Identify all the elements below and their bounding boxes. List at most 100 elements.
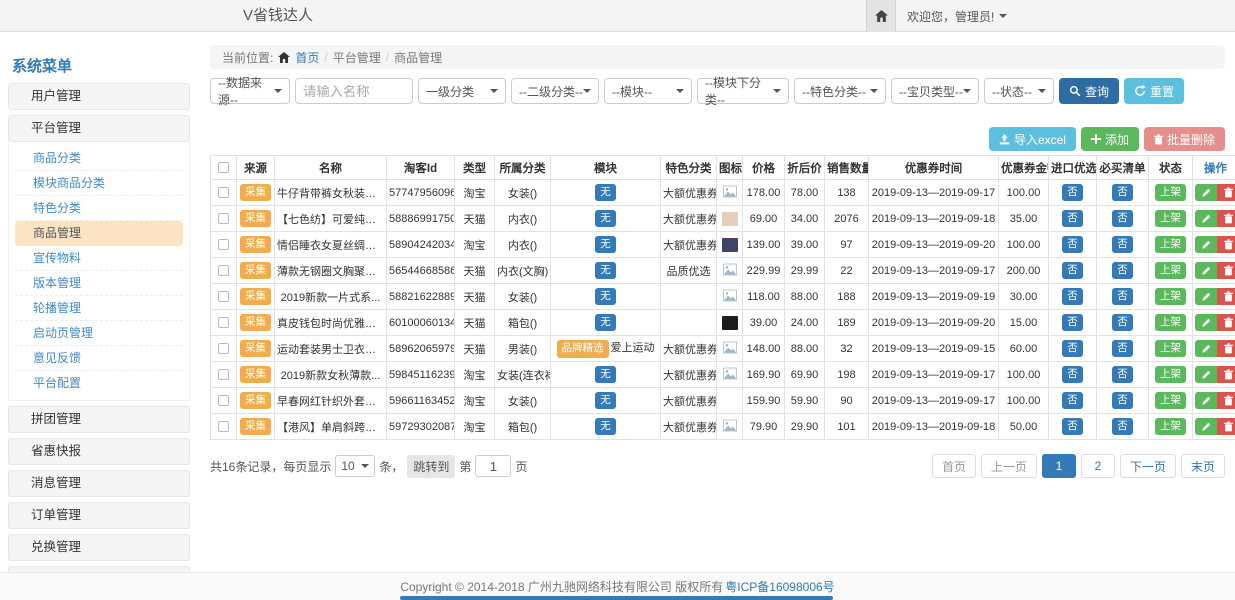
sidebar-item-goods-management[interactable]: 商品管理: [15, 221, 183, 246]
delete-button[interactable]: [1217, 314, 1235, 331]
delete-button[interactable]: [1217, 236, 1235, 253]
edit-button[interactable]: [1195, 236, 1217, 253]
module-badge[interactable]: 无: [595, 418, 616, 435]
sidebar-item-feature-category[interactable]: 特色分类: [15, 196, 183, 221]
import-excel-button[interactable]: 导入excel: [989, 127, 1076, 151]
sidebar-item-carousel-management[interactable]: 轮播管理: [15, 296, 183, 321]
breadcrumb-home-link[interactable]: 首页: [295, 49, 319, 66]
delete-button[interactable]: [1217, 210, 1235, 227]
sidebar-section-group-buy[interactable]: 拼团管理: [8, 406, 190, 433]
status-badge[interactable]: 上架: [1155, 340, 1186, 357]
edit-button[interactable]: [1195, 418, 1217, 435]
status-badge[interactable]: 上架: [1155, 418, 1186, 435]
edit-button[interactable]: [1195, 288, 1217, 305]
row-checkbox[interactable]: [218, 343, 229, 354]
edit-button[interactable]: [1195, 184, 1217, 201]
row-checkbox[interactable]: [218, 317, 229, 328]
filter-select-module[interactable]: --模块--: [604, 78, 692, 104]
sidebar-item-promo-materials[interactable]: 宣传物料: [15, 246, 183, 271]
sidebar-section-platform[interactable]: 平台管理: [8, 115, 190, 142]
row-checkbox[interactable]: [218, 395, 229, 406]
import-select-badge[interactable]: 否: [1062, 366, 1083, 383]
pagination-last[interactable]: 末页: [1181, 454, 1225, 478]
edit-button[interactable]: [1195, 340, 1217, 357]
row-checkbox[interactable]: [218, 213, 229, 224]
module-badge[interactable]: 无: [595, 184, 616, 201]
status-badge[interactable]: 上架: [1155, 288, 1186, 305]
module-badge[interactable]: 无: [595, 288, 616, 305]
filter-select-item-type[interactable]: --宝贝类型--: [891, 78, 979, 104]
sidebar-item-version-management[interactable]: 版本管理: [15, 271, 183, 296]
jump-to-button[interactable]: 跳转到: [407, 455, 455, 478]
sidebar-section-express-news[interactable]: 省惠快报: [8, 438, 190, 465]
must-buy-badge[interactable]: 否: [1112, 262, 1133, 279]
import-select-badge[interactable]: 否: [1062, 236, 1083, 253]
home-button[interactable]: [866, 0, 896, 32]
module-badge[interactable]: 无: [595, 392, 616, 409]
edit-button[interactable]: [1195, 314, 1217, 331]
status-badge[interactable]: 上架: [1155, 366, 1186, 383]
filter-select-module-subcategory[interactable]: --模块下分类--: [697, 78, 789, 104]
delete-button[interactable]: [1217, 184, 1235, 201]
jump-page-input[interactable]: [475, 455, 511, 477]
import-select-badge[interactable]: 否: [1062, 418, 1083, 435]
edit-button[interactable]: [1195, 262, 1217, 279]
must-buy-badge[interactable]: 否: [1112, 366, 1133, 383]
row-checkbox[interactable]: [218, 187, 229, 198]
status-badge[interactable]: 上架: [1155, 210, 1186, 227]
icp-link[interactable]: 粤ICP备16098006号: [725, 578, 834, 595]
module-badge[interactable]: 品牌精选: [557, 340, 609, 357]
import-select-badge[interactable]: 否: [1062, 392, 1083, 409]
status-badge[interactable]: 上架: [1155, 236, 1186, 253]
module-badge[interactable]: 无: [595, 236, 616, 253]
import-select-badge[interactable]: 否: [1062, 314, 1083, 331]
edit-button[interactable]: [1195, 392, 1217, 409]
import-select-badge[interactable]: 否: [1062, 184, 1083, 201]
pagination-first[interactable]: 首页: [932, 454, 976, 478]
must-buy-badge[interactable]: 否: [1112, 340, 1133, 357]
reset-button[interactable]: 重置: [1124, 78, 1184, 104]
row-checkbox[interactable]: [218, 421, 229, 432]
filter-select-data-source[interactable]: --数据来源--: [210, 78, 290, 104]
status-badge[interactable]: 上架: [1155, 262, 1186, 279]
sidebar-section-users[interactable]: 用户管理: [8, 83, 190, 110]
status-badge[interactable]: 上架: [1155, 392, 1186, 409]
filter-select-level2-category[interactable]: --二级分类--: [511, 78, 599, 104]
must-buy-badge[interactable]: 否: [1112, 392, 1133, 409]
add-button[interactable]: 添加: [1081, 127, 1139, 151]
delete-button[interactable]: [1217, 366, 1235, 383]
sidebar-section-orders[interactable]: 订单管理: [8, 502, 190, 529]
horizontal-scrollbar-thumb[interactable]: [400, 596, 833, 600]
module-badge[interactable]: 无: [595, 314, 616, 331]
row-checkbox[interactable]: [218, 239, 229, 250]
batch-delete-button[interactable]: 批量删除: [1144, 127, 1225, 151]
sidebar-item-splash-management[interactable]: 启动页管理: [15, 321, 183, 346]
import-select-badge[interactable]: 否: [1062, 288, 1083, 305]
sidebar-section-messages[interactable]: 消息管理: [8, 470, 190, 497]
pagination-next[interactable]: 下一页: [1120, 454, 1176, 478]
import-select-badge[interactable]: 否: [1062, 262, 1083, 279]
page-size-select[interactable]: 10: [335, 455, 375, 477]
delete-button[interactable]: [1217, 418, 1235, 435]
sidebar-item-platform-config[interactable]: 平台配置: [15, 371, 183, 396]
sidebar-item-module-goods-category[interactable]: 模块商品分类: [15, 171, 183, 196]
filter-select-status[interactable]: --状态--: [984, 78, 1054, 104]
select-all-checkbox[interactable]: [218, 162, 229, 173]
pagination-page-1[interactable]: 1: [1042, 454, 1076, 478]
pagination-page-2[interactable]: 2: [1081, 454, 1115, 478]
row-checkbox[interactable]: [218, 265, 229, 276]
row-checkbox[interactable]: [218, 369, 229, 380]
row-checkbox[interactable]: [218, 291, 229, 302]
delete-button[interactable]: [1217, 340, 1235, 357]
module-badge[interactable]: 无: [595, 366, 616, 383]
filter-select-feature-category[interactable]: --特色分类--: [794, 78, 886, 104]
must-buy-badge[interactable]: 否: [1112, 314, 1133, 331]
delete-button[interactable]: [1217, 288, 1235, 305]
sidebar-section-exchange[interactable]: 兑换管理: [8, 534, 190, 561]
status-badge[interactable]: 上架: [1155, 184, 1186, 201]
user-menu[interactable]: 欢迎您，管理员!: [907, 0, 1007, 32]
filter-select-level1-category[interactable]: 一级分类: [418, 78, 506, 104]
delete-button[interactable]: [1217, 392, 1235, 409]
must-buy-badge[interactable]: 否: [1112, 210, 1133, 227]
sidebar-item-goods-category[interactable]: 商品分类: [15, 146, 183, 171]
